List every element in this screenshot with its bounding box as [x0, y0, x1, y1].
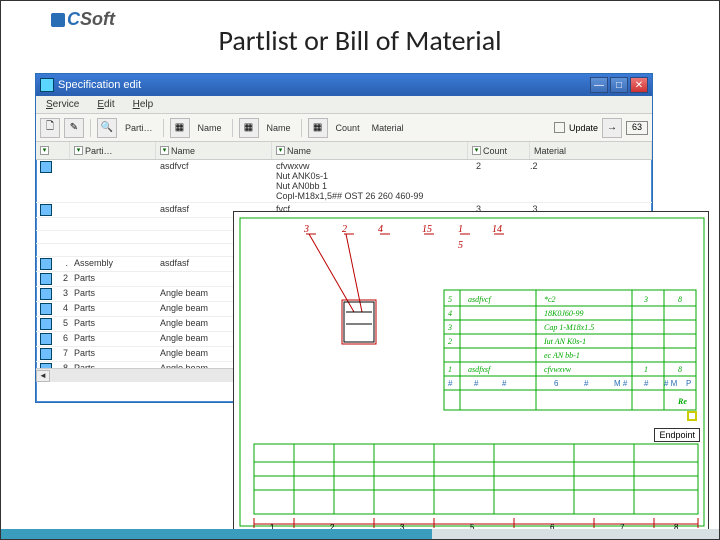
doc-icon — [40, 318, 52, 330]
svg-text:1: 1 — [448, 365, 452, 374]
svg-text:4: 4 — [448, 309, 452, 318]
table-row[interactable]: asdfvcf cfvwxvw Nut ANK0s-1 Nut AN0bb 1 … — [36, 160, 652, 203]
dropdown-icon[interactable]: ▾ — [40, 146, 49, 155]
doc-icon — [40, 288, 52, 300]
svg-text:#: # — [584, 379, 589, 388]
number-input[interactable]: 63 — [626, 121, 648, 135]
dropdown-icon[interactable]: ▾ — [74, 146, 83, 155]
svg-text:5: 5 — [448, 295, 452, 304]
tool-material-label[interactable]: Material — [368, 123, 408, 133]
svg-text:1: 1 — [458, 224, 463, 235]
col-name2[interactable]: ▾Name — [272, 142, 468, 159]
tool-arrow-icon[interactable]: → — [602, 118, 622, 138]
svg-text:8: 8 — [678, 365, 682, 374]
maximize-button[interactable]: □ — [610, 77, 628, 93]
snap-tooltip: Endpoint — [654, 428, 700, 442]
drawing-panel[interactable]: 3 2 4 15 1 14 5 — [233, 211, 709, 531]
doc-icon — [40, 333, 52, 345]
doc-icon — [40, 348, 52, 360]
svg-text:2: 2 — [342, 224, 347, 235]
footer-stripe — [1, 529, 719, 539]
toolbar: 🗋 ✎ 🔍 Parti… ▦ Name ▦ Name ▦ Count Mater… — [36, 114, 652, 142]
slide-title: Partlist or Bill of Material — [1, 23, 719, 58]
svg-text:3: 3 — [303, 224, 309, 235]
tool-count-icon[interactable]: ▦ — [308, 118, 328, 138]
tool-name2-label[interactable]: Name — [263, 123, 295, 133]
menu-help[interactable]: Help — [129, 98, 158, 111]
svg-text:4: 4 — [378, 224, 383, 235]
tool-filter2-icon[interactable]: ▦ — [239, 118, 259, 138]
doc-icon — [40, 161, 52, 173]
svg-text:Iut AN K0s-1: Iut AN K0s-1 — [543, 337, 586, 346]
tool-count-label[interactable]: Count — [332, 123, 364, 133]
drawing-svg: 3 2 4 15 1 14 5 — [234, 212, 710, 532]
svg-text:3: 3 — [447, 323, 452, 332]
svg-text:Re: Re — [677, 397, 687, 406]
tool-edit-icon[interactable]: ✎ — [64, 118, 84, 138]
update-label[interactable]: Update — [569, 123, 598, 133]
svg-text:2: 2 — [448, 337, 452, 346]
col-count[interactable]: ▾Count — [468, 142, 530, 159]
svg-text:#: # — [448, 379, 453, 388]
app-icon — [40, 78, 54, 92]
svg-text:#: # — [502, 379, 507, 388]
svg-text:8: 8 — [678, 295, 682, 304]
menu-service[interactable]: Service — [42, 98, 83, 111]
doc-icon — [40, 204, 52, 216]
svg-text:# M: # M — [664, 379, 678, 388]
doc-icon — [40, 273, 52, 285]
doc-icon — [40, 303, 52, 315]
svg-text:asdfxsf: asdfxsf — [468, 365, 492, 374]
svg-text:P: P — [686, 379, 691, 388]
svg-text:3: 3 — [643, 295, 648, 304]
svg-text:*c2: *c2 — [544, 295, 556, 304]
col-pos[interactable]: ▾ — [36, 142, 70, 159]
svg-text:14: 14 — [492, 224, 502, 235]
tool-search-icon[interactable]: 🔍 — [97, 118, 117, 138]
close-button[interactable]: ✕ — [630, 77, 648, 93]
update-checkbox[interactable] — [554, 122, 565, 133]
tool-filter1-icon[interactable]: ▦ — [170, 118, 190, 138]
column-header-row: ▾ ▾Parti… ▾Name ▾Name ▾Count Material — [36, 142, 652, 160]
svg-text:#: # — [644, 379, 649, 388]
dropdown-icon[interactable]: ▾ — [472, 146, 481, 155]
svg-text:15: 15 — [422, 224, 432, 235]
dropdown-icon[interactable]: ▾ — [276, 146, 285, 155]
dropdown-icon[interactable]: ▾ — [160, 146, 169, 155]
col-name[interactable]: ▾Name — [156, 142, 272, 159]
window-title-text: Specification edit — [58, 79, 141, 91]
svg-text:asdfvcf: asdfvcf — [468, 295, 492, 304]
minimize-button[interactable]: — — [590, 77, 608, 93]
tool-parti-label[interactable]: Parti… — [121, 123, 157, 133]
svg-text:6: 6 — [554, 379, 559, 388]
svg-text:1: 1 — [644, 365, 648, 374]
col-parti[interactable]: ▾Parti… — [70, 142, 156, 159]
svg-text:5: 5 — [458, 240, 463, 251]
svg-text:ec AN bb-1: ec AN bb-1 — [544, 351, 580, 360]
svg-text:18K0J60-99: 18K0J60-99 — [544, 309, 584, 318]
col-material[interactable]: Material — [530, 142, 652, 159]
scroll-left-icon[interactable]: ◄ — [36, 370, 50, 382]
svg-text:Cap 1-M18x1.5: Cap 1-M18x1.5 — [544, 323, 594, 332]
window-titlebar[interactable]: Specification edit — □ ✕ — [36, 74, 652, 96]
svg-text:#: # — [474, 379, 479, 388]
svg-text:M #: M # — [614, 379, 628, 388]
doc-icon — [40, 258, 52, 270]
svg-text:cfvwxvw: cfvwxvw — [544, 365, 572, 374]
menu-bar: Service Edit Help — [36, 96, 652, 114]
tool-refresh-icon[interactable]: 🗋 — [40, 118, 60, 138]
tool-name-label[interactable]: Name — [194, 123, 226, 133]
menu-edit[interactable]: Edit — [93, 98, 118, 111]
